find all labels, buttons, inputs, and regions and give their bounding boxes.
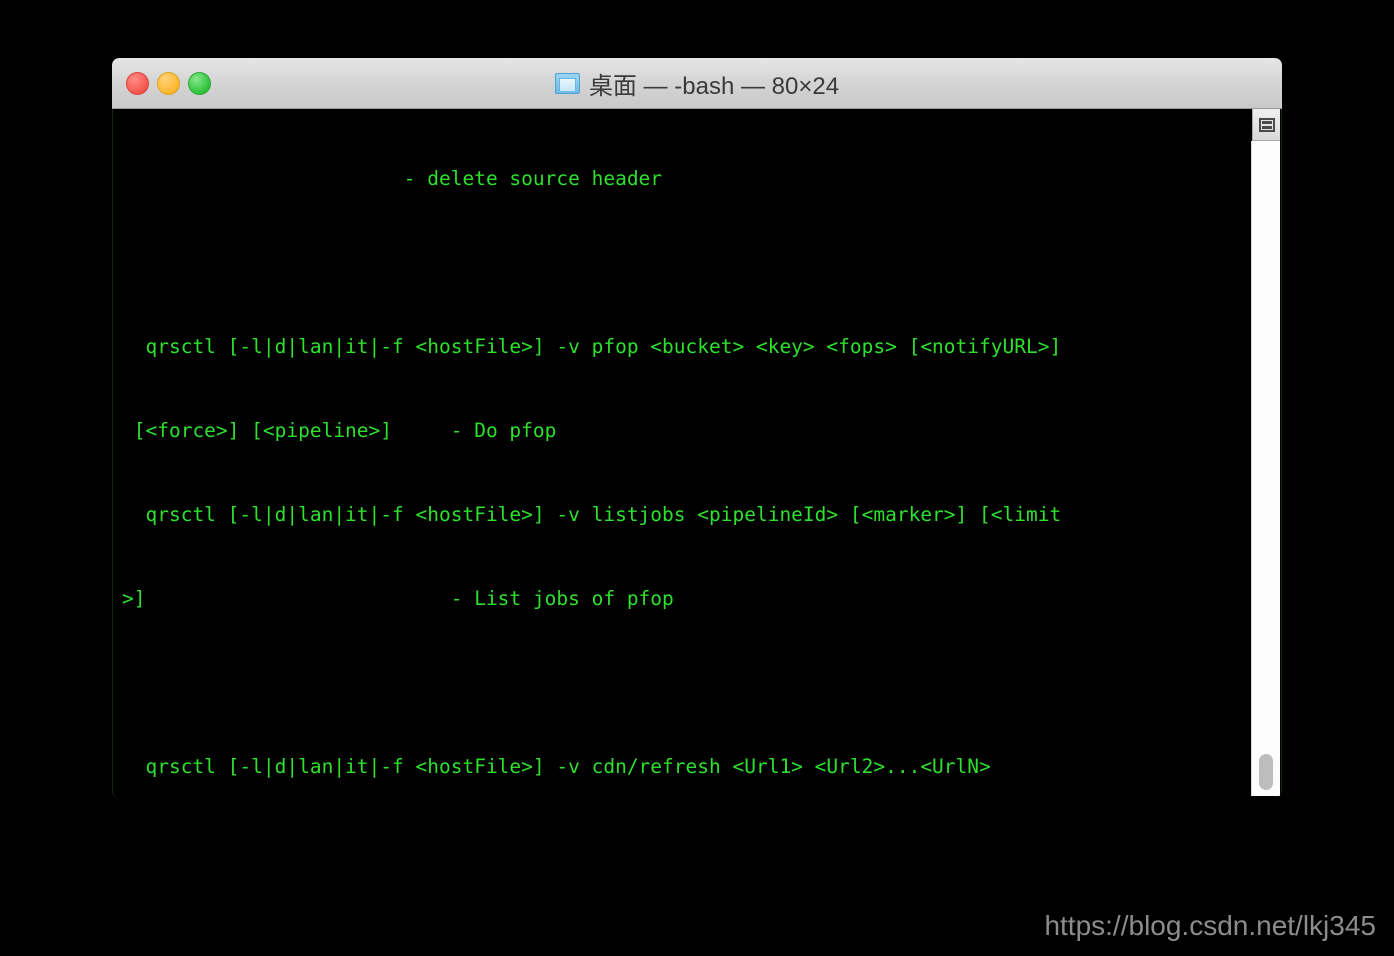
watermark-text: https://blog.csdn.net/lkj345 [1044, 910, 1376, 941]
terminal-line: qrsctl [-l|d|lan|it|-f <hostFile>] -v li… [122, 503, 1062, 526]
vertical-scrollbar[interactable] [1251, 141, 1280, 796]
terminal-output: - delete source header qrsctl [-l|d|lan|… [122, 109, 1250, 798]
minimize-button[interactable] [157, 71, 180, 95]
terminal-line: qrsctl [-l|d|lan|it|-f <hostFile>] -v pf… [122, 335, 1062, 358]
close-button[interactable] [126, 71, 149, 95]
terminal-content-area[interactable]: - delete source header qrsctl [-l|d|lan|… [112, 109, 1282, 798]
maximize-button[interactable] [188, 71, 211, 95]
window-title: 桌面 — -bash — 80×24 [554, 66, 840, 101]
terminal-line: [<force>] [<pipeline>] - Do pfop [122, 419, 557, 442]
folder-icon [554, 72, 580, 94]
window-title-text: 桌面 — -bash — 80×24 [588, 72, 840, 100]
split-pane-toggle-button[interactable] [1252, 109, 1280, 141]
terminal-line: >] - List jobs of pfop [122, 587, 674, 610]
split-pane-icon [1258, 117, 1275, 132]
terminal-line: - delete source header [122, 167, 663, 190]
scrollbar-thumb[interactable] [1259, 754, 1273, 790]
terminal-line: qrsctl [-l|d|lan|it|-f <hostFile>] -v cd… [122, 755, 991, 778]
window-title-bar[interactable]: 桌面 — -bash — 80×24 [112, 58, 1282, 109]
terminal-window[interactable]: 桌面 — -bash — 80×24 - delete source heade… [112, 58, 1282, 798]
traffic-light-controls [126, 58, 211, 108]
